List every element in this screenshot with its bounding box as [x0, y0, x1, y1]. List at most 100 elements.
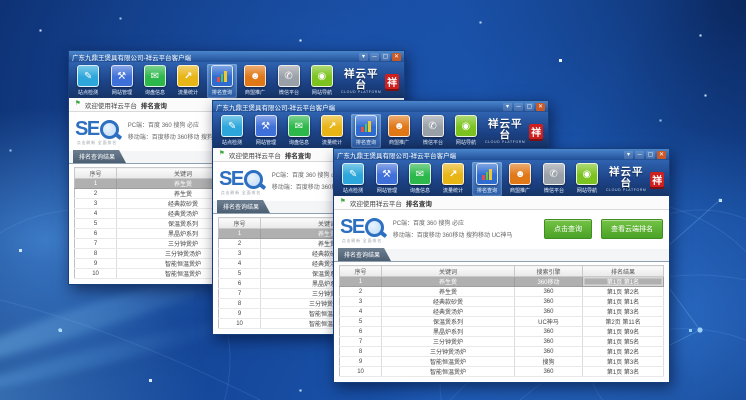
toolbar-item-微信平台[interactable]: ✆微信平台 [538, 162, 568, 196]
column-header[interactable]: 序号 [75, 168, 117, 179]
keyword-cell: 经典款砂煲 [382, 297, 515, 307]
toolbar-item-微信平台[interactable]: ✆微信平台 [417, 114, 447, 148]
table-row[interactable]: 1养生煲360移动第1页 第1名 [340, 277, 664, 287]
toolbar-item-微信平台[interactable]: ✆微信平台 [273, 64, 303, 98]
table-row[interactable]: 7三分钟煲炉360第1页 第5名 [340, 337, 664, 347]
toolbar-item-流量统计[interactable]: ↗流量统计 [438, 162, 468, 196]
toolbar-item-网站导航[interactable]: ◉网站导航 [451, 114, 481, 148]
toolbar-item-流量统计[interactable]: ↗流量统计 [317, 114, 347, 148]
view-cloud-ranking-button[interactable]: 查看云端排名 [601, 219, 663, 239]
toolbar-item-label: 微信平台 [422, 138, 442, 145]
toolbar-item-label: 商盟推广 [245, 88, 265, 95]
skin-button[interactable]: ▾ [503, 103, 512, 111]
商盟推广-icon: ☻ [244, 65, 266, 87]
table-row[interactable]: 6黑晶炉系列360第1页 第9名 [340, 327, 664, 337]
tab-ranking-results[interactable]: 排名查询结果 [73, 150, 126, 163]
table-row[interactable]: 5保温煲系列UC神马第2页 第11名 [340, 317, 664, 327]
breadcrumb-page: 排名查询 [285, 150, 311, 160]
flag-icon: ⚑ [75, 101, 81, 108]
column-header[interactable]: 序号 [219, 218, 261, 229]
toolbar-item-网站导航[interactable]: ◉网站导航 [572, 162, 602, 196]
toolbar-item-label: 网站管理 [111, 88, 131, 95]
minimize-button[interactable]: ─ [370, 53, 379, 61]
row-number-cell: 5 [75, 219, 117, 229]
minimize-button[interactable]: ─ [635, 151, 644, 159]
query-button[interactable]: 点击查询 [544, 219, 592, 239]
toolbar-item-网站管理[interactable]: ⚒网站管理 [250, 114, 280, 148]
toolbar-item-label: 站点检测 [78, 88, 98, 95]
column-header[interactable]: 排名结果 [582, 266, 663, 277]
main-toolbar: ✎站点检测⚒网站管理✉询盘信息↗流量统计排名查询☻商盟推广✆微信平台◉网站导航祥… [69, 62, 404, 98]
table-row[interactable]: 8三分钟煲汤炉360第1页 第2名 [340, 347, 664, 357]
toolbar-item-商盟推广[interactable]: ☻商盟推广 [384, 114, 414, 148]
row-number-cell: 6 [340, 327, 382, 337]
row-number-cell: 1 [340, 277, 382, 287]
排名查询-icon [211, 65, 233, 87]
row-number-cell: 2 [75, 189, 117, 199]
seo-logo-slogan: 点击刷新 全面排名 [77, 140, 117, 146]
table-row[interactable]: 10智能恒温煲炉360第1页 第3名 [340, 367, 664, 377]
toolbar-item-站点检测[interactable]: ✎站点检测 [338, 162, 368, 196]
engine-cell: 360 [514, 367, 582, 377]
微信平台-icon: ✆ [543, 163, 565, 185]
row-number-cell: 8 [75, 249, 117, 259]
maximize-button[interactable]: ▢ [525, 103, 534, 111]
skin-button[interactable]: ▾ [359, 53, 368, 61]
table-row[interactable]: 4经典煲汤炉360第1页 第3名 [340, 307, 664, 317]
询盘信息-icon: ✉ [409, 163, 431, 185]
网站导航-icon: ◉ [455, 115, 477, 137]
toolbar-item-流量统计[interactable]: ↗流量统计 [173, 64, 203, 98]
tab-ranking-results[interactable]: 排名查询结果 [217, 200, 270, 213]
maximize-button[interactable]: ▢ [381, 53, 390, 61]
toolbar-item-label: 询盘信息 [289, 138, 309, 145]
tab-ranking-results[interactable]: 排名查询结果 [338, 248, 391, 261]
title-bar[interactable]: 广东九鼎王煲具有限公司-祥云平台客户端 ▾─▢✕ [334, 149, 669, 160]
toolbar-item-label: 流量统计 [322, 138, 342, 145]
toolbar-item-网站导航[interactable]: ◉网站导航 [307, 64, 337, 98]
toolbar-item-询盘信息[interactable]: ✉询盘信息 [140, 64, 170, 98]
seo-logo: SE 点击刷新 全面排名 [340, 217, 384, 244]
close-button[interactable]: ✕ [536, 103, 545, 111]
keyword-cell: 黑晶炉系列 [382, 327, 515, 337]
brand-subtitle: CLOUD PLATFORM [484, 141, 526, 145]
column-header[interactable]: 关键词 [382, 266, 515, 277]
table-row[interactable]: 3经典款砂煲360第1页 第1名 [340, 297, 664, 307]
engine-cell: 360移动 [514, 277, 582, 287]
column-header[interactable]: 搜索引擎 [514, 266, 582, 277]
toolbar-item-网站管理[interactable]: ⚒网站管理 [371, 162, 401, 196]
toolbar-item-排名查询[interactable]: 排名查询 [472, 162, 502, 196]
breadcrumb-welcome: 欢迎使用祥云平台 [350, 198, 402, 208]
engine-cell: 360 [514, 297, 582, 307]
row-number-cell: 8 [340, 347, 382, 357]
minimize-button[interactable]: ─ [514, 103, 523, 111]
toolbar-item-询盘信息[interactable]: ✉询盘信息 [405, 162, 435, 196]
breadcrumb-welcome: 欢迎使用祥云平台 [85, 100, 137, 110]
toolbar-item-label: 网站导航 [456, 138, 476, 145]
rank-cell: 第1页 第9名 [582, 327, 663, 337]
toolbar-item-站点检测[interactable]: ✎站点检测 [217, 114, 247, 148]
toolbar-item-排名查询[interactable]: 排名查询 [207, 64, 237, 98]
toolbar-item-排名查询[interactable]: 排名查询 [351, 114, 381, 148]
table-row[interactable]: 2养生煲360第1页 第2名 [340, 287, 664, 297]
row-number-cell: 5 [219, 269, 261, 279]
toolbar-item-站点检测[interactable]: ✎站点检测 [73, 64, 103, 98]
column-header[interactable]: 序号 [340, 266, 382, 277]
brand-name: 祥云平台 [340, 69, 382, 90]
maximize-button[interactable]: ▢ [646, 151, 655, 159]
toolbar-item-网站管理[interactable]: ⚒网站管理 [106, 64, 136, 98]
skin-button[interactable]: ▾ [624, 151, 633, 159]
close-button[interactable]: ✕ [392, 53, 401, 61]
title-bar[interactable]: 广东九鼎王煲具有限公司-祥云平台客户端 ▾─▢✕ [213, 101, 548, 112]
flag-icon: ⚑ [340, 199, 346, 206]
toolbar-item-询盘信息[interactable]: ✉询盘信息 [284, 114, 314, 148]
流量统计-icon: ↗ [442, 163, 464, 185]
seo-logo-text: SE [340, 217, 364, 237]
brand-subtitle: CLOUD PLATFORM [605, 189, 647, 193]
toolbar-item-商盟推广[interactable]: ☻商盟推广 [505, 162, 535, 196]
close-button[interactable]: ✕ [657, 151, 666, 159]
toolbar-item-商盟推广[interactable]: ☻商盟推广 [240, 64, 270, 98]
mobile-engines-line: 移动端：百度移动 360移动 搜狗移动 UC神马 [393, 231, 513, 242]
title-bar[interactable]: 广东九鼎王煲具有限公司-祥云平台客户端 ▾─▢✕ [69, 51, 404, 62]
engine-cell: UC神马 [514, 317, 582, 327]
table-row[interactable]: 9智能恒温煲炉搜狗第1页 第3名 [340, 357, 664, 367]
